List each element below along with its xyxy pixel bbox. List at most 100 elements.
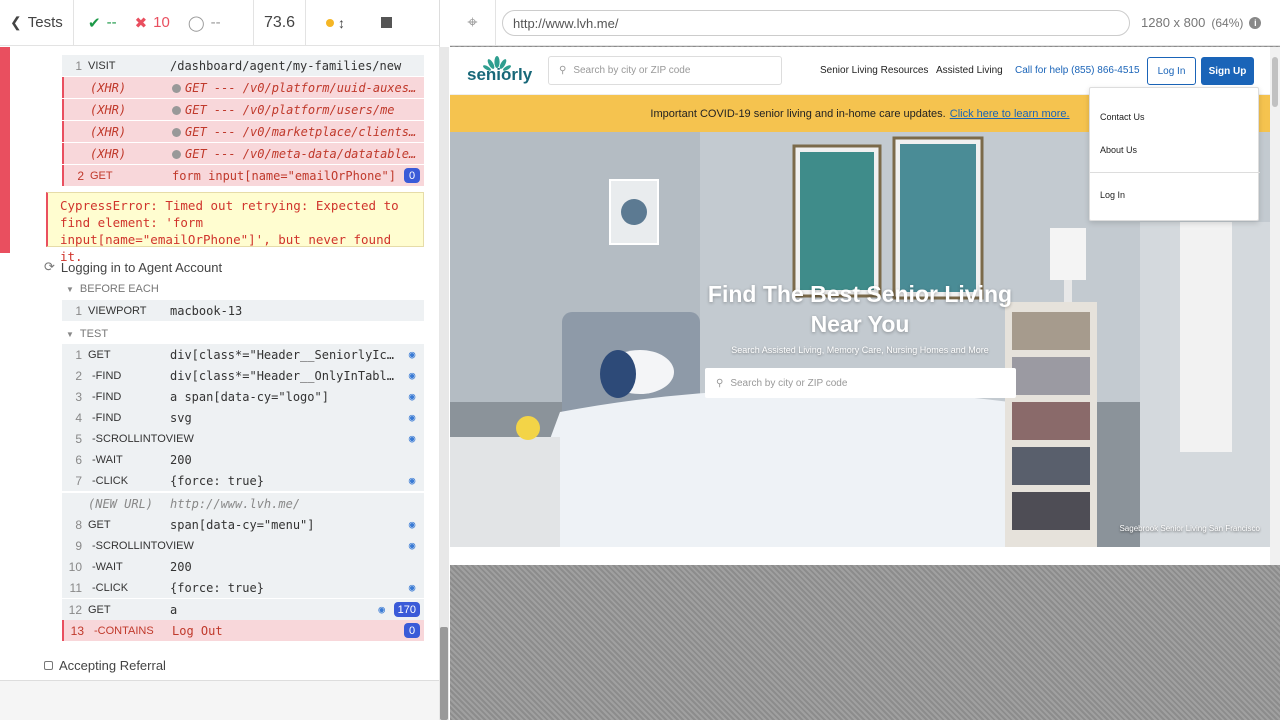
page-strip (450, 547, 1270, 565)
test-label: TEST (79, 328, 109, 340)
command-message: div[class*="Header__OnlyInTabl… (170, 368, 394, 383)
command-message: Log Out (172, 623, 223, 638)
command-row[interactable]: 6 -WAIT 200 (62, 449, 424, 470)
xhr-row[interactable]: (XHR) GET --- /v0/platform/uuid-auxes… (62, 77, 424, 98)
error-message[interactable]: CypressError: Timed out retrying: Expect… (46, 192, 424, 264)
test-header[interactable]: ▼ TEST (66, 328, 108, 340)
run-controls: ↕ (306, 0, 439, 46)
command-number: 13 (70, 623, 84, 638)
command-number: 2 (77, 168, 84, 183)
reporter-scrollbar[interactable] (439, 47, 449, 720)
auto-scroll-toggle[interactable]: ↕ (326, 15, 345, 31)
eye-icon[interactable]: ◉ (404, 369, 420, 382)
command-row[interactable]: 3 -FIND a span[data-cy="logo"] ◉ (62, 386, 424, 407)
menu-item-contact[interactable]: Contact Us (1100, 112, 1145, 122)
command-row[interactable]: 9 -SCROLLINTOVIEW ◉ (62, 535, 424, 556)
xhr-url: GET --- /v0/meta-data/datatable… (185, 146, 417, 161)
command-number: 8 (75, 517, 82, 532)
xhr-row[interactable]: (XHR) GET --- /v0/platform/users/me (62, 99, 424, 120)
eye-icon[interactable]: ◉ (404, 348, 420, 361)
failed-stat: ✖ 10 (135, 14, 170, 32)
eye-icon[interactable]: ◉ (404, 539, 420, 552)
eye-icon[interactable]: ◉ (404, 581, 420, 594)
signup-button[interactable]: Sign Up (1201, 57, 1254, 85)
site-search-input[interactable]: ⚲ Search by city or ZIP code (548, 56, 782, 85)
command-message: GET --- /v0/platform/users/me (172, 103, 424, 117)
failed-command-row[interactable]: 2 GET form input[name="emailOrPhone"] 0 (62, 165, 424, 186)
test-title-label: Logging in to Agent Account (60, 259, 223, 275)
test-title[interactable]: ⟳ Logging in to Agent Account (44, 259, 222, 275)
command-name: -FIND (92, 411, 122, 424)
command-row[interactable]: 1 VIEWPORT macbook-13 (62, 300, 424, 321)
hero-subtitle: Search Assisted Living, Memory Care, Nur… (731, 345, 989, 355)
zoom-level: (64%) (1211, 15, 1244, 30)
command-number: 5 (75, 431, 82, 446)
eye-icon[interactable]: ◉ (374, 603, 390, 616)
command-row[interactable]: 7 -CLICK {force: true} ◉ (62, 470, 424, 491)
nav-assisted-living[interactable]: Assisted Living (936, 65, 1003, 76)
before-each-header[interactable]: ▼ BEFORE EACH (66, 283, 159, 295)
command-name: -CONTAINS (94, 624, 154, 637)
command-row[interactable]: 13 -CONTAINS Log Out 0 (62, 620, 424, 641)
hero-search-input[interactable]: ⚲ Search by city or ZIP code (705, 368, 1016, 398)
tests-button[interactable]: ❮ Tests (0, 0, 74, 46)
command-name: GET (88, 518, 111, 531)
command-name: -CLICK (92, 581, 129, 594)
info-icon[interactable]: i (1249, 16, 1262, 29)
nav-phone-link[interactable]: Call for help (855) 866-4515 (1015, 65, 1140, 76)
search-placeholder: Search by city or ZIP code (573, 65, 691, 76)
pending-dot-icon (172, 83, 181, 93)
command-row[interactable]: 10 -WAIT 200 (62, 556, 424, 577)
pending-stat: ◯ -- (188, 14, 221, 32)
command-row[interactable]: 12 GET a ◉ 170 (62, 599, 424, 620)
stop-icon[interactable] (381, 17, 392, 28)
scrollbar-thumb[interactable] (1272, 57, 1278, 107)
command-name: (NEW URL) (88, 496, 154, 511)
scrollbar-thumb[interactable] (440, 627, 448, 720)
command-number: 1 (75, 303, 82, 318)
command-number: 4 (75, 410, 82, 425)
command-row[interactable]: 11 -CLICK {force: true} ◉ (62, 577, 424, 598)
xhr-row[interactable]: (XHR) GET --- /v0/marketplace/clients… (62, 121, 424, 142)
passed-count: -- (106, 14, 117, 31)
eye-icon[interactable]: ◉ (404, 432, 420, 445)
command-row[interactable]: 1 VISIT /dashboard/agent/my-families/new (62, 55, 424, 76)
command-row[interactable]: 4 -FIND svg ◉ (62, 407, 424, 428)
selector-playground-icon[interactable]: ⌖ (450, 0, 496, 46)
pending-dot-icon (172, 149, 181, 159)
command-name: -FIND (92, 390, 122, 403)
before-each-label: BEFORE EACH (79, 283, 159, 295)
command-message: 200 (170, 559, 192, 574)
command-message: {force: true} (170, 580, 264, 595)
nav-senior-living-resources[interactable]: Senior Living Resources (820, 65, 928, 76)
command-message: /dashboard/agent/my-families/new (170, 58, 402, 73)
xhr-row[interactable]: (XHR) GET --- /v0/meta-data/datatable… (62, 143, 424, 164)
command-message: GET --- /v0/marketplace/clients… (172, 125, 424, 139)
search-icon: ⚲ (559, 65, 567, 76)
hero-caption: Sagebrook Senior Living San Francisco (1119, 524, 1260, 533)
command-name: -CLICK (92, 474, 129, 487)
command-name: -FIND (92, 369, 122, 382)
banner-link[interactable]: Click here to learn more. (950, 108, 1070, 120)
site-scrollbar[interactable] (1270, 47, 1280, 565)
menu-item-login[interactable]: Log In (1100, 190, 1125, 200)
logo-text[interactable]: seniorly (467, 65, 532, 85)
failed-test-indicator (0, 47, 10, 253)
command-message: span[data-cy="menu"] (170, 517, 315, 532)
command-row[interactable]: 5 -SCROLLINTOVIEW ◉ (62, 428, 424, 449)
command-name: -SCROLLINTOVIEW (92, 432, 194, 445)
url-change-row[interactable]: (NEW URL) http://www.lvh.me/ (62, 493, 424, 514)
test-title[interactable]: Accepting Referral (44, 658, 166, 673)
command-row[interactable]: 8 GET span[data-cy="menu"] ◉ (62, 514, 424, 535)
eye-icon[interactable]: ◉ (404, 411, 420, 424)
eye-icon[interactable]: ◉ (404, 518, 420, 531)
url-field[interactable]: http://www.lvh.me/ (502, 10, 1130, 36)
login-button[interactable]: Log In (1147, 57, 1196, 85)
command-row[interactable]: 1 GET div[class*="Header__SeniorlyIc… ◉ (62, 344, 424, 365)
menu-item-about[interactable]: About Us (1100, 145, 1137, 155)
menu-divider (1090, 172, 1260, 173)
command-row[interactable]: 2 -FIND div[class*="Header__OnlyInTabl… ◉ (62, 365, 424, 386)
eye-icon[interactable]: ◉ (404, 390, 420, 403)
viewport-info[interactable]: 1280 x 800 (64%) i (1141, 15, 1262, 30)
eye-icon[interactable]: ◉ (404, 474, 420, 487)
